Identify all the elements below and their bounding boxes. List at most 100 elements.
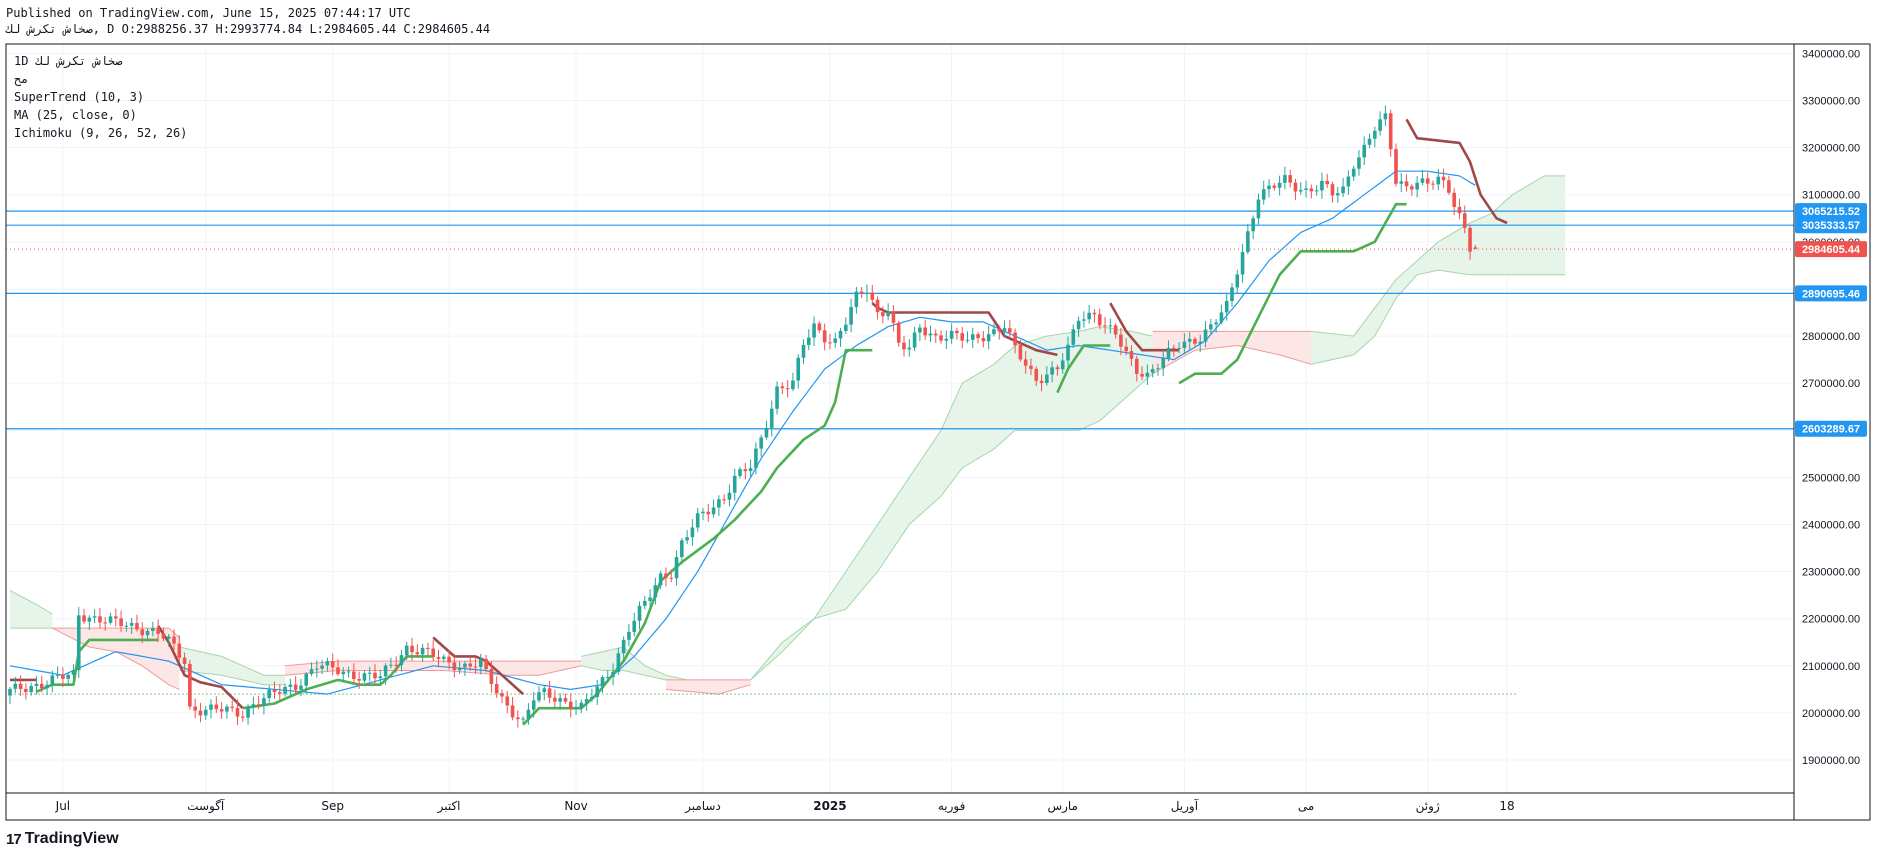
candle [865, 284, 869, 302]
price-axis[interactable]: 3400000.00 3300000.00 3200000.00 3100000.00… [1802, 48, 1860, 767]
candle [907, 339, 912, 357]
candle [431, 640, 435, 662]
candle [193, 698, 197, 719]
candle-body [505, 696, 510, 706]
candle-body [1330, 184, 1335, 196]
price-tick-label: 2200000.00 [1802, 614, 1860, 626]
candle-body [188, 663, 192, 707]
candle-body [1087, 312, 1091, 320]
legend-ichimoku[interactable]: Ichimoku (9, 26, 52, 26) [14, 126, 187, 140]
candle-body [426, 647, 430, 649]
legend-supertrend[interactable]: SuperTrend (10, 3) [14, 90, 144, 104]
candle-body [886, 311, 890, 317]
price-chart[interactable]: 3400000.00 3300000.00 3200000.00 3100000.00… [0, 0, 1878, 858]
candle-body [235, 707, 240, 717]
candle-body [796, 357, 801, 381]
candle-body [743, 469, 748, 472]
candle-body [394, 664, 398, 666]
candle-body [420, 647, 425, 655]
candle [674, 550, 679, 586]
candle-body [1172, 347, 1176, 349]
candle [632, 612, 637, 637]
candle-body [669, 577, 674, 579]
candle-body [103, 622, 108, 624]
candle-body [1156, 368, 1160, 370]
candle-body [844, 324, 848, 331]
tradingview-logo[interactable]: 17 TradingView [6, 830, 119, 848]
candle-body [590, 697, 594, 700]
candle-body [1441, 176, 1446, 181]
candle-body [817, 323, 822, 331]
candle-body [1166, 347, 1171, 359]
candle [230, 700, 234, 712]
candle-body [299, 685, 303, 690]
candle [251, 696, 256, 715]
candle-body [1473, 247, 1478, 250]
candle-body [928, 333, 933, 336]
candle [780, 382, 785, 394]
candle [547, 680, 552, 704]
candle-body [918, 327, 922, 333]
candle-body [701, 511, 705, 514]
candle-body [494, 684, 499, 694]
candle-body [1076, 320, 1081, 330]
candle-body [1182, 341, 1187, 349]
candle-body [600, 677, 605, 687]
candle [8, 687, 12, 704]
candle-body [1050, 367, 1054, 375]
time-tick-label: اکتبر [437, 799, 461, 814]
candle [918, 324, 922, 341]
candle [812, 316, 816, 346]
candle-body [1034, 368, 1039, 381]
candle [738, 466, 742, 479]
supertrend-up-segment [522, 348, 873, 726]
candle-body [468, 663, 473, 667]
candle-body [8, 688, 12, 696]
candle [627, 624, 631, 647]
candle-body [1119, 334, 1123, 347]
candle [135, 614, 139, 632]
candle-body [759, 437, 763, 449]
candle [870, 284, 875, 304]
candle-body [452, 662, 457, 671]
candle [775, 381, 779, 415]
time-tick-label: ژوئن [1416, 799, 1440, 814]
candle [1362, 136, 1367, 165]
candle [1346, 170, 1351, 195]
candle [1399, 172, 1404, 193]
candle-body [1039, 380, 1044, 384]
candle-body [1272, 185, 1277, 188]
candle-body [1023, 359, 1028, 366]
candle-body [441, 656, 446, 659]
candle-body [727, 492, 732, 500]
candle-body [685, 537, 689, 541]
candle [944, 330, 949, 350]
time-tick-label: Jul [55, 799, 70, 813]
candle [1251, 215, 1255, 240]
candle-body [801, 344, 806, 358]
candle [24, 683, 28, 700]
legend-ma[interactable]: MA (25, close, 0) [14, 108, 137, 122]
candle [1378, 111, 1382, 136]
supertrend-line [10, 118, 1508, 726]
time-axis[interactable]: Jul آگوست Sep اکتبر Nov دسامبر 2025 فوریه مارس آو… [55, 798, 1515, 814]
candle-body [896, 322, 901, 343]
candle-body [907, 347, 912, 350]
candle-body [775, 386, 779, 409]
candle-body [1373, 130, 1377, 139]
candle [579, 699, 584, 714]
candle [1219, 304, 1224, 325]
candle-body [595, 686, 599, 698]
candle [960, 327, 964, 349]
candle-body [986, 334, 991, 342]
candle [849, 298, 853, 333]
candle-body [457, 667, 462, 671]
candle [1367, 133, 1372, 149]
candle [55, 666, 60, 679]
ichimoku-cloud [9, 175, 1566, 695]
candle-body [1462, 213, 1467, 228]
tradingview-logo-icon: 17 [6, 830, 22, 848]
candle [912, 326, 917, 352]
candle [225, 704, 229, 719]
candle-body [674, 557, 679, 579]
